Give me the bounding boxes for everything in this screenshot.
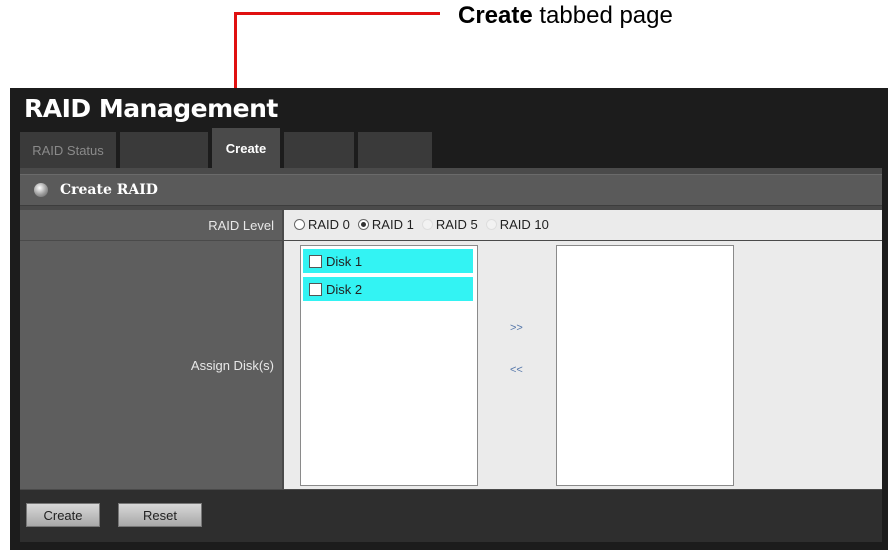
section-title: Create RAID — [60, 182, 158, 198]
tab-create[interactable]: Create — [212, 128, 280, 168]
create-button[interactable]: Create — [26, 503, 100, 527]
radio-disabled-icon[interactable] — [421, 219, 433, 230]
reset-button[interactable]: Reset — [118, 503, 202, 527]
radio-disabled-icon[interactable] — [485, 219, 497, 230]
checkbox-icon[interactable] — [309, 282, 322, 296]
radio-raid-0[interactable]: RAID 0 — [294, 217, 350, 232]
tab-hidden-1[interactable] — [120, 132, 208, 168]
assigned-disks-list[interactable] — [556, 245, 734, 486]
tab-content: Create RAID RAID Level RAID 0 RAID 1 RAI… — [20, 168, 882, 542]
page-title: RAID Management — [24, 94, 278, 123]
tab-hidden-3[interactable] — [358, 132, 432, 168]
section-header: Create RAID — [20, 174, 882, 206]
radio-unchecked-icon[interactable] — [294, 219, 305, 230]
radio-raid-1[interactable]: RAID 1 — [357, 217, 414, 232]
assign-disks-label: Assign Disk(s) — [20, 241, 282, 489]
disk-item-2[interactable]: Disk 2 — [303, 277, 473, 301]
tab-raid-status[interactable]: RAID Status — [20, 132, 116, 168]
radio-checked-icon[interactable] — [357, 219, 369, 230]
move-right-button[interactable]: >> — [510, 322, 523, 334]
radio-raid-5[interactable]: RAID 5 — [421, 217, 478, 232]
button-bar: Create Reset — [20, 490, 882, 542]
raid-management-window: RAID Management RAID Status Create Creat… — [10, 88, 888, 550]
disk-item-1[interactable]: Disk 1 — [303, 249, 473, 273]
assign-disks-area: Disk 1 Disk 2 >> << — [284, 241, 882, 489]
raid-level-label: RAID Level — [20, 210, 282, 240]
raid-level-options: RAID 0 RAID 1 RAID 5 RAID 10 — [284, 210, 882, 240]
checkbox-icon[interactable] — [309, 254, 322, 268]
annotation-caption: Create tabbed page — [458, 2, 673, 29]
tab-hidden-2[interactable] — [284, 132, 354, 168]
move-left-button[interactable]: << — [510, 364, 523, 376]
bullet-icon — [34, 183, 48, 197]
annotation-line-horizontal — [234, 12, 440, 15]
available-disks-list[interactable]: Disk 1 Disk 2 — [300, 245, 478, 486]
radio-raid-10[interactable]: RAID 10 — [485, 217, 549, 232]
